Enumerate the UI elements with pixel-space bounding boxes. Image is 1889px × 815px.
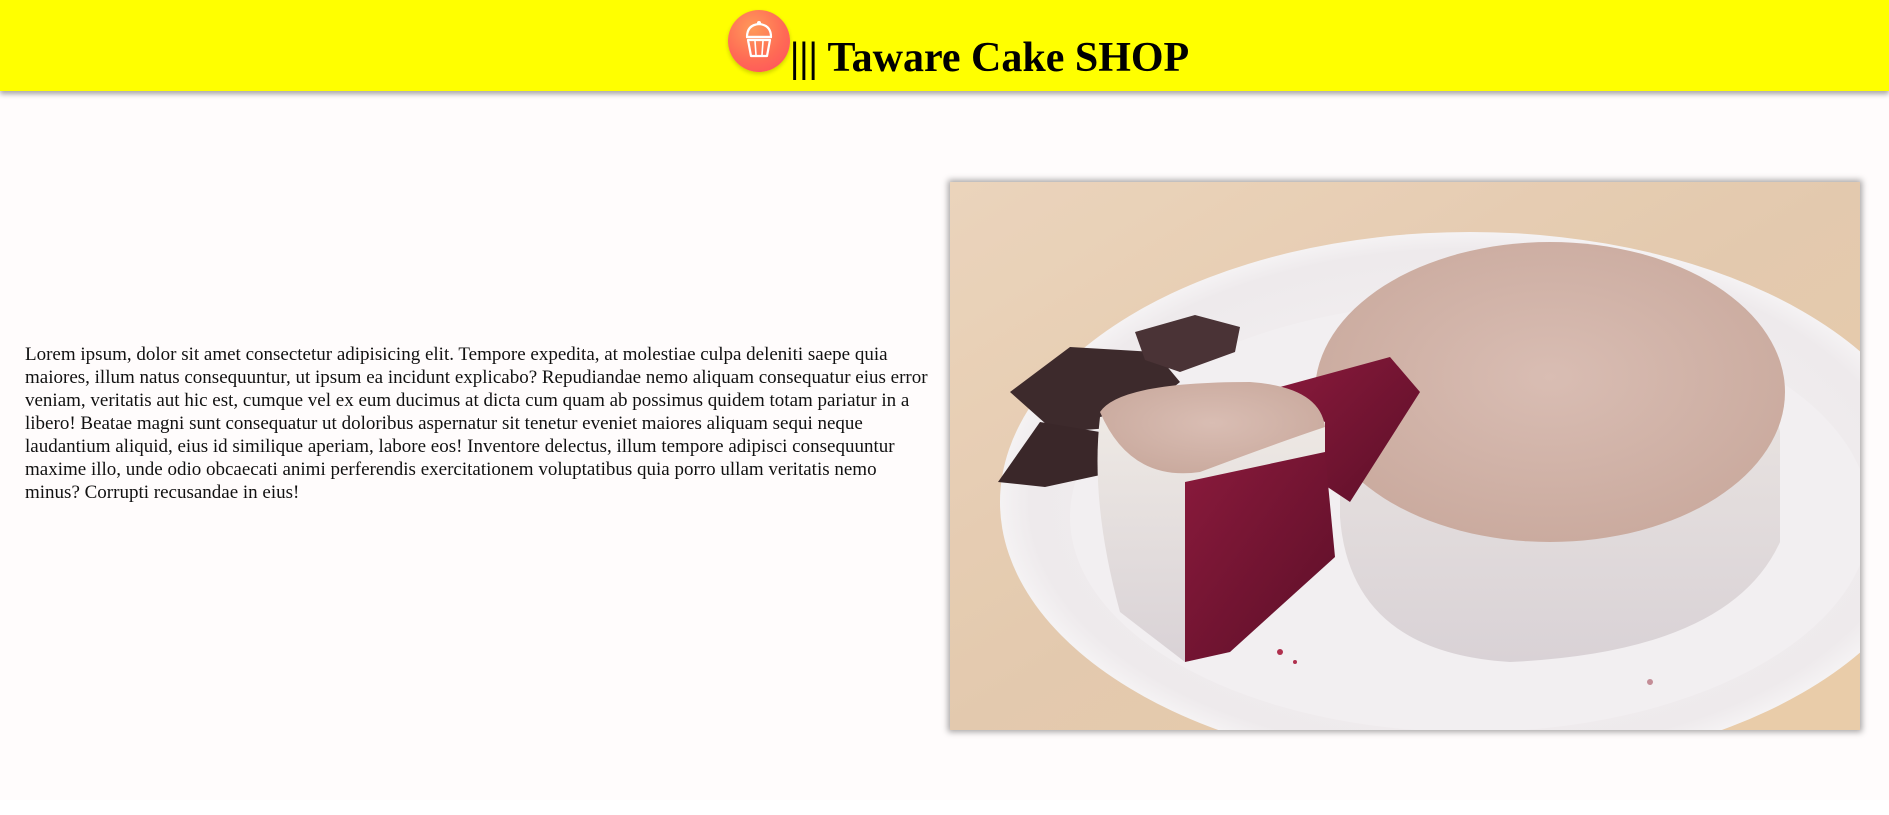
page-bottom	[0, 800, 1889, 815]
cake-photo	[950, 182, 1860, 730]
intro-paragraph: Lorem ipsum, dolor sit amet consectetur …	[25, 344, 928, 503]
cupcake-icon[interactable]	[728, 10, 790, 72]
site-header: ||| Taware Cake SHOP	[0, 0, 1889, 91]
page-title: ||| Taware Cake SHOP	[790, 35, 1190, 81]
main-content: Lorem ipsum, dolor sit amet consectetur …	[0, 91, 1889, 800]
